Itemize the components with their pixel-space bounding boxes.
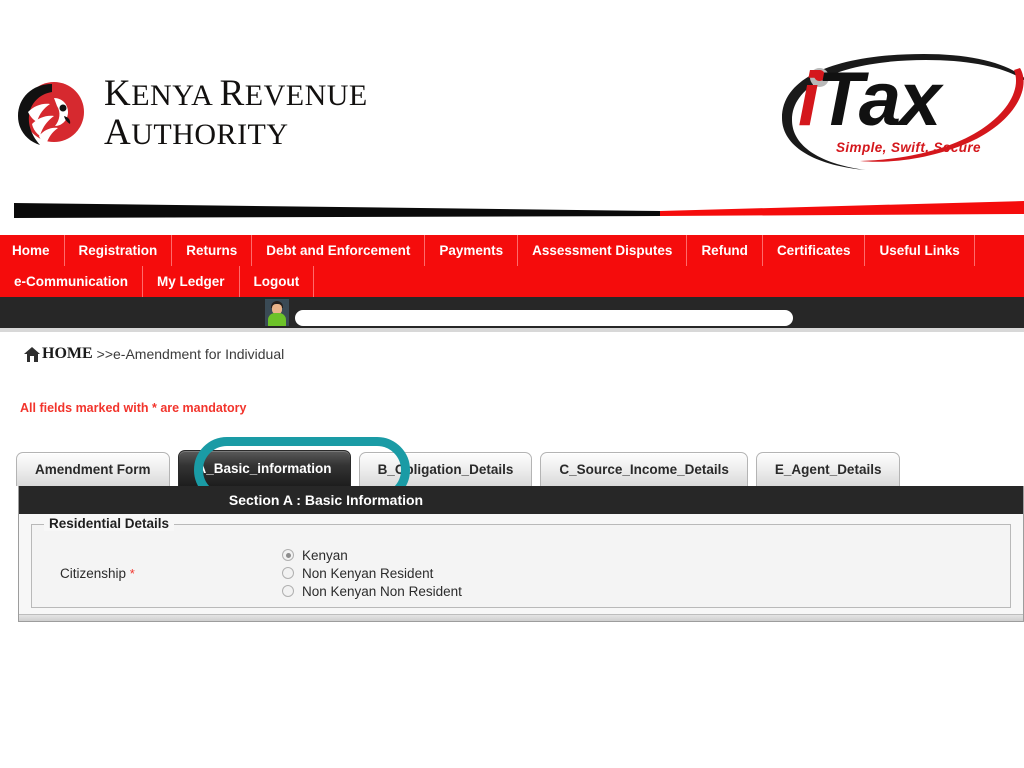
- citizenship-label: Citizenship *: [32, 566, 282, 581]
- kra-wordmark: KENYA REVENUE AUTHORITY: [104, 73, 368, 153]
- mandatory-fields-note: All fields marked with * are mandatory: [20, 401, 247, 415]
- nav-item-certificates[interactable]: Certificates: [763, 235, 866, 266]
- residential-details-fieldset: Residential Details Citizenship * Kenyan…: [31, 516, 1011, 608]
- header-swoosh-band: [0, 185, 1024, 235]
- nav-row-2: e-Communication My Ledger Logout: [0, 266, 1024, 297]
- user-avatar-icon: [265, 299, 289, 326]
- kra-line-2: AUTHORITY: [104, 112, 289, 153]
- citizenship-field-row: Citizenship * Kenyan Non Kenyan Resident…: [32, 525, 1010, 607]
- itax-wordmark: iTax: [798, 62, 941, 138]
- section-panel: Section A : Basic Information Residentia…: [18, 486, 1024, 622]
- user-bar-divider: [0, 328, 1024, 332]
- kra-logo: KENYA REVENUE AUTHORITY: [8, 72, 368, 156]
- fieldset-legend: Residential Details: [44, 516, 175, 531]
- radio-kenyan-input[interactable]: [282, 549, 294, 561]
- nav-item-logout[interactable]: Logout: [240, 266, 315, 297]
- radio-kenyan-label: Kenyan: [302, 547, 348, 563]
- kra-lion-logo-icon: [8, 72, 92, 156]
- itax-tagline: Simple, Swift, Secure: [836, 140, 981, 155]
- kra-line-1: KENYA REVENUE: [104, 73, 368, 115]
- nav-item-useful-links[interactable]: Useful Links: [865, 235, 975, 266]
- itax-letters-tax: Tax: [817, 57, 941, 142]
- citizenship-label-text: Citizenship: [60, 565, 127, 581]
- radio-option-non-kenyan-resident[interactable]: Non Kenyan Resident: [282, 566, 462, 581]
- nav-item-refund[interactable]: Refund: [687, 235, 763, 266]
- radio-non-kenyan-non-resident-input[interactable]: [282, 585, 294, 597]
- radio-non-kenyan-resident-label: Non Kenyan Resident: [302, 565, 434, 581]
- itax-page: KENYA REVENUE AUTHORITY iTax Simple, Swi…: [0, 0, 1024, 768]
- itax-letter-i: i: [798, 57, 819, 142]
- nav-item-assessment-disputes[interactable]: Assessment Disputes: [518, 235, 688, 266]
- nav-item-e-communication[interactable]: e-Communication: [0, 266, 144, 297]
- itax-logo: iTax Simple, Swift, Secure: [774, 48, 1024, 178]
- breadcrumb: HOME >>e-Amendment for Individual: [24, 345, 284, 363]
- citizenship-radio-group: Kenyan Non Kenyan Resident Non Kenyan No…: [282, 548, 462, 599]
- masthead: KENYA REVENUE AUTHORITY iTax Simple, Swi…: [0, 0, 1024, 185]
- tab-c-source-income-details[interactable]: C_Source_Income_Details: [540, 452, 748, 486]
- breadcrumb-trail: >>e-Amendment for Individual: [96, 346, 285, 362]
- tab-a-basic-information[interactable]: A_Basic_information: [177, 450, 351, 486]
- radio-option-non-kenyan-non-resident[interactable]: Non Kenyan Non Resident: [282, 584, 462, 599]
- radio-non-kenyan-non-resident-label: Non Kenyan Non Resident: [302, 583, 462, 599]
- radio-option-kenyan[interactable]: Kenyan: [282, 548, 462, 563]
- nav-item-registration[interactable]: Registration: [65, 235, 173, 266]
- nav-item-payments[interactable]: Payments: [425, 235, 519, 266]
- main-navigation: Home Registration Returns Debt and Enfor…: [0, 235, 1024, 297]
- panel-footer-bar: [19, 614, 1023, 621]
- form-tabs: Amendment Form A_Basic_information B_Obl…: [16, 448, 968, 486]
- radio-non-kenyan-resident-input[interactable]: [282, 567, 294, 579]
- nav-item-returns[interactable]: Returns: [172, 235, 253, 266]
- tab-b-obligation-details[interactable]: B_Obligation_Details: [358, 452, 533, 486]
- breadcrumb-home-link[interactable]: HOME: [42, 345, 93, 363]
- home-icon[interactable]: [24, 346, 41, 362]
- tab-e-agent-details[interactable]: E_Agent_Details: [755, 452, 901, 486]
- required-marker: *: [129, 565, 135, 581]
- redacted-user-info: [295, 310, 793, 326]
- section-title: Section A : Basic Information: [19, 486, 1023, 514]
- nav-item-debt-and-enforcement[interactable]: Debt and Enforcement: [252, 235, 426, 266]
- tab-amendment-form[interactable]: Amendment Form: [16, 452, 170, 486]
- nav-item-home[interactable]: Home: [0, 235, 65, 266]
- nav-row-1: Home Registration Returns Debt and Enfor…: [0, 235, 1024, 266]
- nav-item-my-ledger[interactable]: My Ledger: [143, 266, 240, 297]
